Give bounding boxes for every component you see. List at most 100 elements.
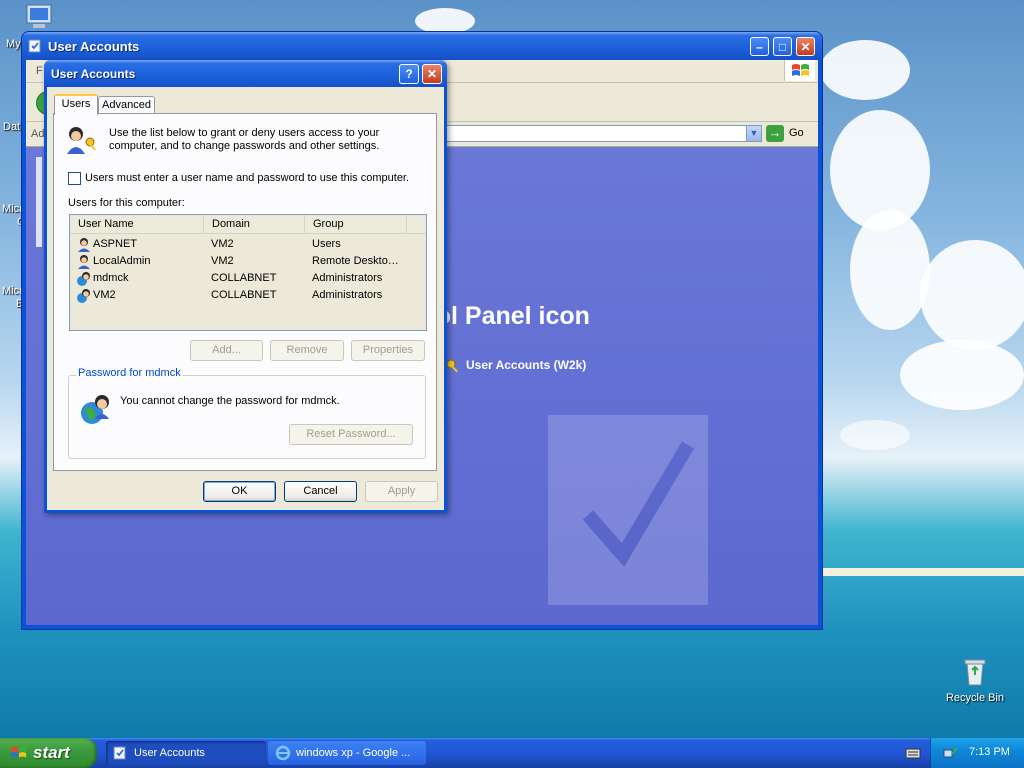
minimize-button[interactable]: – — [750, 37, 769, 56]
maximize-icon: □ — [778, 40, 787, 54]
column-header-group[interactable]: Group — [305, 215, 407, 233]
group-cell: Remote Deskto… — [312, 255, 399, 267]
cloud — [415, 8, 475, 34]
checkmark-watermark-icon — [548, 415, 708, 605]
table-row[interactable]: ASPNET VM2 Users — [70, 236, 426, 253]
computer-icon — [26, 4, 52, 28]
domain-user-icon — [77, 289, 90, 303]
taskbar-item-browser[interactable]: windows xp - Google ... — [268, 741, 426, 765]
left-pane — [36, 157, 42, 247]
cloud — [920, 240, 1024, 350]
user-name-cell: LocalAdmin — [93, 255, 151, 267]
taskbar: start User Accounts windows xp - Google … — [0, 738, 1024, 768]
password-groupbox — [68, 375, 426, 459]
recycle-bin-label: Recycle Bin — [945, 692, 1005, 704]
password-group-label: Password for mdmck — [76, 367, 183, 379]
require-login-checkbox[interactable] — [68, 172, 81, 185]
domain-user-icon — [77, 272, 90, 286]
user-accounts-icon — [113, 746, 126, 760]
beach-strip — [822, 568, 1024, 576]
go-button[interactable]: → Go — [766, 124, 816, 144]
taskbar-item-label: User Accounts — [134, 747, 205, 759]
users-tab-panel: Use the list below to grant or deny user… — [53, 113, 437, 471]
column-header-user-name[interactable]: User Name — [70, 215, 204, 233]
go-arrow-icon: → — [766, 125, 784, 142]
dialog-close-button[interactable]: ✕ — [422, 64, 442, 84]
user-name-cell: ASPNET — [93, 238, 138, 250]
require-login-label[interactable]: Users must enter a user name and passwor… — [85, 172, 409, 184]
dialog-body: Users Advanced Use the list below to gra… — [47, 87, 444, 510]
windows-flag-icon — [11, 746, 27, 758]
control-panel-heading: rol Panel icon — [426, 302, 590, 330]
cloud — [840, 420, 910, 450]
background-window-titlebar[interactable]: User Accounts – □ ✕ — [22, 32, 822, 60]
reset-password-button[interactable]: Reset Password... — [289, 424, 413, 445]
properties-button[interactable]: Properties — [351, 340, 425, 361]
dialog-titlebar[interactable]: User Accounts ? ✕ — [44, 60, 447, 87]
intro-text-line1: Use the list below to grant or deny user… — [109, 127, 380, 139]
start-label: start — [33, 743, 70, 762]
password-message: You cannot change the password for mdmck… — [120, 395, 340, 407]
cloud — [820, 40, 910, 100]
go-label: Go — [789, 127, 804, 139]
ok-button[interactable]: OK — [203, 481, 276, 502]
windows-flag-icon — [792, 64, 809, 76]
user-name-cell: VM2 — [93, 289, 116, 301]
intro-text-line2: computer, and to change passwords and ot… — [109, 140, 380, 152]
users-keys-icon — [67, 127, 96, 154]
chevron-down-icon: ▼ — [749, 128, 759, 138]
domain-user-large-icon — [81, 395, 109, 424]
recycle-bin-icon — [964, 659, 986, 686]
network-icon[interactable] — [943, 745, 959, 761]
apply-button[interactable]: Apply — [365, 481, 438, 502]
add-user-button[interactable]: Add... — [190, 340, 263, 361]
maximize-button[interactable]: □ — [773, 37, 792, 56]
group-cell: Administrators — [312, 289, 383, 301]
group-cell: Users — [312, 238, 341, 250]
minimize-icon: – — [756, 40, 763, 54]
windows-logo — [784, 60, 815, 81]
user-icon — [78, 255, 90, 269]
table-row[interactable]: LocalAdmin VM2 Remote Deskto… — [70, 253, 426, 270]
dialog-title: User Accounts — [51, 67, 136, 81]
domain-cell: COLLABNET — [211, 272, 277, 284]
background-window-title: User Accounts — [48, 39, 140, 54]
users-list-view[interactable]: User Name Domain Group ASPNET VM2 Users … — [69, 214, 427, 331]
table-row[interactable]: VM2 COLLABNET Administrators — [70, 287, 426, 304]
address-label: Ad — [31, 128, 45, 140]
user-icon — [78, 238, 90, 252]
cloud — [850, 210, 930, 330]
cancel-button[interactable]: Cancel — [284, 481, 357, 502]
table-row[interactable]: mdmck COLLABNET Administrators — [70, 270, 426, 287]
domain-cell: VM2 — [211, 255, 234, 267]
close-button[interactable]: ✕ — [796, 37, 815, 56]
help-button[interactable]: ? — [399, 64, 419, 84]
start-button[interactable]: start — [0, 738, 97, 768]
remove-user-button[interactable]: Remove — [270, 340, 344, 361]
cloud — [900, 340, 1024, 410]
users-list-label: Users for this computer: — [68, 197, 185, 209]
close-icon: ✕ — [800, 40, 811, 54]
tab-users[interactable]: Users — [54, 94, 98, 115]
desktop-icon-label: My — [6, 38, 21, 50]
menu-file[interactable]: F — [36, 65, 43, 77]
user-accounts-dialog[interactable]: User Accounts ? ✕ Users Advanced Use the… — [44, 60, 447, 513]
user-accounts-w2k-link[interactable]: User Accounts (W2k) — [466, 358, 586, 372]
help-icon: ? — [405, 67, 413, 81]
keyboard-icon[interactable] — [905, 746, 921, 760]
domain-cell: COLLABNET — [211, 289, 277, 301]
column-header-domain[interactable]: Domain — [204, 215, 305, 233]
close-icon: ✕ — [426, 67, 438, 81]
group-cell: Administrators — [312, 272, 383, 284]
list-header: User Name Domain Group — [70, 215, 426, 234]
desktop-icon-recycle-bin[interactable]: Recycle Bin — [940, 655, 1010, 704]
address-input[interactable] — [446, 125, 758, 142]
clock[interactable]: 7:13 PM — [969, 746, 1010, 758]
user-name-cell: mdmck — [93, 272, 129, 284]
internet-explorer-icon — [275, 745, 291, 761]
taskbar-item-user-accounts[interactable]: User Accounts — [106, 741, 266, 765]
address-dropdown-button[interactable]: ▼ — [746, 125, 762, 142]
system-tray: 7:13 PM — [930, 738, 1024, 768]
taskbar-item-label: windows xp - Google ... — [296, 747, 411, 759]
desktop-icon-label: Dat — [3, 121, 21, 133]
